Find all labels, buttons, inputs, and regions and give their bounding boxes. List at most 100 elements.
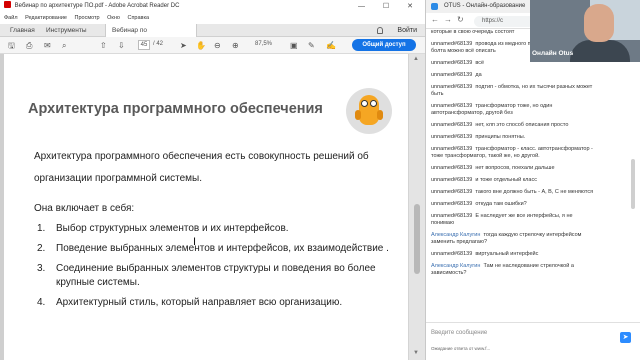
signin-button[interactable]: Войти [397, 24, 417, 37]
message-author: unnamed#68139 [431, 201, 473, 207]
fit-page-icon[interactable]: ▣ [290, 41, 298, 50]
pdf-scrollbar[interactable]: ▲ ▼ [408, 54, 425, 360]
url-field[interactable]: https://c [474, 16, 534, 27]
chat-message: Александр Калугин Там не наследование ст… [431, 263, 596, 277]
chat-message: unnamed#68139 принципы понятны. [431, 134, 596, 141]
tab-document[interactable]: Вебинар по архитект...× [105, 24, 197, 47]
chat-messages: которые в свою очередь состоят unnamed#6… [431, 29, 596, 282]
menu-file[interactable]: Файл [4, 15, 18, 21]
hand-tool-icon[interactable]: ✋ [196, 41, 206, 50]
message-text: всё [475, 60, 485, 66]
zoom-in-icon[interactable]: ⊕ [232, 41, 239, 50]
tab-home[interactable]: Главная [4, 24, 41, 37]
list-item-text: Архитектурный стиль, который направляет … [56, 297, 343, 308]
print-icon[interactable]: ⎙ [26, 41, 32, 50]
list-number: 1. [37, 223, 46, 234]
owl-wing-left [355, 110, 361, 120]
acrobat-toolbar: 🖫 ⎙ ✉ ⌕ ⇧ ⇩ 45 / 42 ➤ ✋ ⊖ ⊕ 87,5% ▣ ✎ ✍ … [0, 37, 425, 54]
message-author: unnamed#68139 [431, 84, 473, 90]
menu-window[interactable]: Окно [107, 15, 120, 21]
menu-view[interactable]: Просмотр [75, 15, 100, 21]
message-author: Александр Калугин [431, 232, 481, 238]
sign-icon[interactable]: ✍ [326, 41, 336, 50]
speaker-shirt [570, 40, 630, 62]
select-cursor-icon[interactable]: ➤ [180, 41, 187, 50]
slide-title: Архитектура программного обеспечения [28, 101, 323, 117]
acrobat-app-icon [4, 1, 11, 8]
page-up-icon[interactable]: ⇧ [100, 41, 107, 50]
list-number: 4. [37, 297, 46, 308]
share-button-label: Общий доступ [362, 42, 406, 48]
message-author: unnamed#68139 [431, 177, 473, 183]
page-down-icon[interactable]: ⇩ [118, 41, 125, 50]
scroll-down-icon[interactable]: ▼ [413, 350, 419, 356]
list-item-text: Соединение выбранных элементов структуры… [56, 263, 376, 288]
message-author: unnamed#68139 [431, 60, 473, 66]
menu-help[interactable]: Справка [127, 15, 149, 21]
acrobat-window: Вебинар по архитектуре ПО.pdf - Adobe Ac… [0, 0, 425, 360]
list-item: 2. Поведение выбранных элементов и интерф… [37, 242, 397, 256]
chat-message: unnamed#68139 виртуальный интерфейс [431, 251, 596, 258]
message-author: unnamed#68139 [431, 213, 473, 219]
back-icon[interactable]: ← [431, 15, 439, 24]
message-author: unnamed#68139 [431, 41, 473, 47]
acrobat-menubar: Файл Редактирование Просмотр Окно Справк… [0, 13, 425, 24]
speaker-name: Онлайн Otus [532, 50, 574, 57]
owl-logo [346, 88, 392, 134]
send-icon[interactable]: ➤ [620, 332, 631, 343]
message-author: unnamed#68139 [431, 251, 473, 257]
chat-message: unnamed#68139 трансформатор - класс. авт… [431, 146, 596, 160]
owl-wing-right [377, 110, 383, 120]
slide-intro: Архитектура программного обеспечения ест… [34, 151, 369, 184]
scroll-thumb[interactable] [414, 204, 420, 274]
chat-message: unnamed#68139 нет вопросов, поехали даль… [431, 165, 596, 172]
slide-contains: Она включает в себя: [34, 203, 135, 214]
page-number-input[interactable]: 45 [138, 40, 150, 50]
message-text: нет вопросов, поехали дальше [475, 165, 555, 171]
comment-icon[interactable]: ✎ [308, 41, 315, 50]
message-text: виртуальный интерфейс [475, 251, 539, 257]
zoom-level[interactable]: 87,5% [255, 41, 272, 47]
tab-tools[interactable]: Инструменты [40, 24, 93, 37]
share-button[interactable]: Общий доступ [352, 39, 416, 51]
message-text: которые в свою очередь состоят [431, 29, 515, 35]
window-controls[interactable]: — ☐ ✕ [358, 0, 421, 13]
chat-message: unnamed#68139 трансформатор тоже, но оди… [431, 103, 596, 117]
zoom-out-icon[interactable]: ⊖ [214, 41, 221, 50]
save-icon[interactable]: 🖫 [8, 41, 15, 50]
menu-edit[interactable]: Редактирование [25, 15, 67, 21]
slide-list: 1. Выбор структурных элементов и их интер… [37, 222, 397, 316]
chat-message: Александр Калугин тогда каждую стрелочку… [431, 232, 596, 246]
chat-window-title: OTUS - Онлайн-образование [444, 3, 526, 9]
chat-message: unnamed#68139 и тоже отдельный класс [431, 177, 596, 184]
list-item: 1. Выбор структурных элементов и их интер… [37, 222, 397, 236]
message-text: и тоже отдельный класс [475, 177, 537, 183]
chat-scroll-thumb[interactable] [631, 159, 635, 209]
email-icon[interactable]: ✉ [44, 41, 51, 50]
chat-message: unnamed#68139 подтип - обмотка, но их ты… [431, 84, 596, 98]
message-author: unnamed#68139 [431, 165, 473, 171]
message-text: откуда там ошибки? [475, 201, 527, 207]
message-author: unnamed#68139 [431, 72, 473, 78]
reload-icon[interactable]: ↻ [457, 15, 464, 24]
list-number: 2. [37, 243, 46, 254]
scroll-up-icon[interactable]: ▲ [413, 56, 419, 62]
message-text: такого вне должно быть - А, В, С не меня… [475, 189, 594, 195]
message-author: unnamed#68139 [431, 146, 473, 152]
chat-scrollbar[interactable] [628, 29, 638, 319]
bell-icon[interactable] [377, 27, 383, 34]
otus-favicon [431, 3, 438, 10]
list-item: 3. Соединение выбранных элементов структу… [37, 262, 397, 290]
speaker-video: Онлайн Otus [530, 0, 640, 62]
status-note: Ожидание ответа от www.f... [431, 346, 491, 351]
message-author: unnamed#68139 [431, 189, 473, 195]
chat-message: unnamed#68139 нет, клп это способ описан… [431, 122, 596, 129]
forward-icon[interactable]: → [444, 15, 452, 24]
chat-input[interactable]: Введите сообщение [431, 330, 487, 336]
search-icon[interactable]: ⌕ [62, 41, 66, 50]
list-item: 4. Архитектурный стиль, который направляе… [37, 296, 397, 310]
acrobat-titlebar: Вебинар по архитектуре ПО.pdf - Adobe Ac… [0, 0, 425, 13]
message-text: нет, клп это способ описания просто [475, 122, 569, 128]
zoom-watermark-logo: zoom [528, 316, 586, 341]
owl-eye-left [361, 100, 368, 107]
